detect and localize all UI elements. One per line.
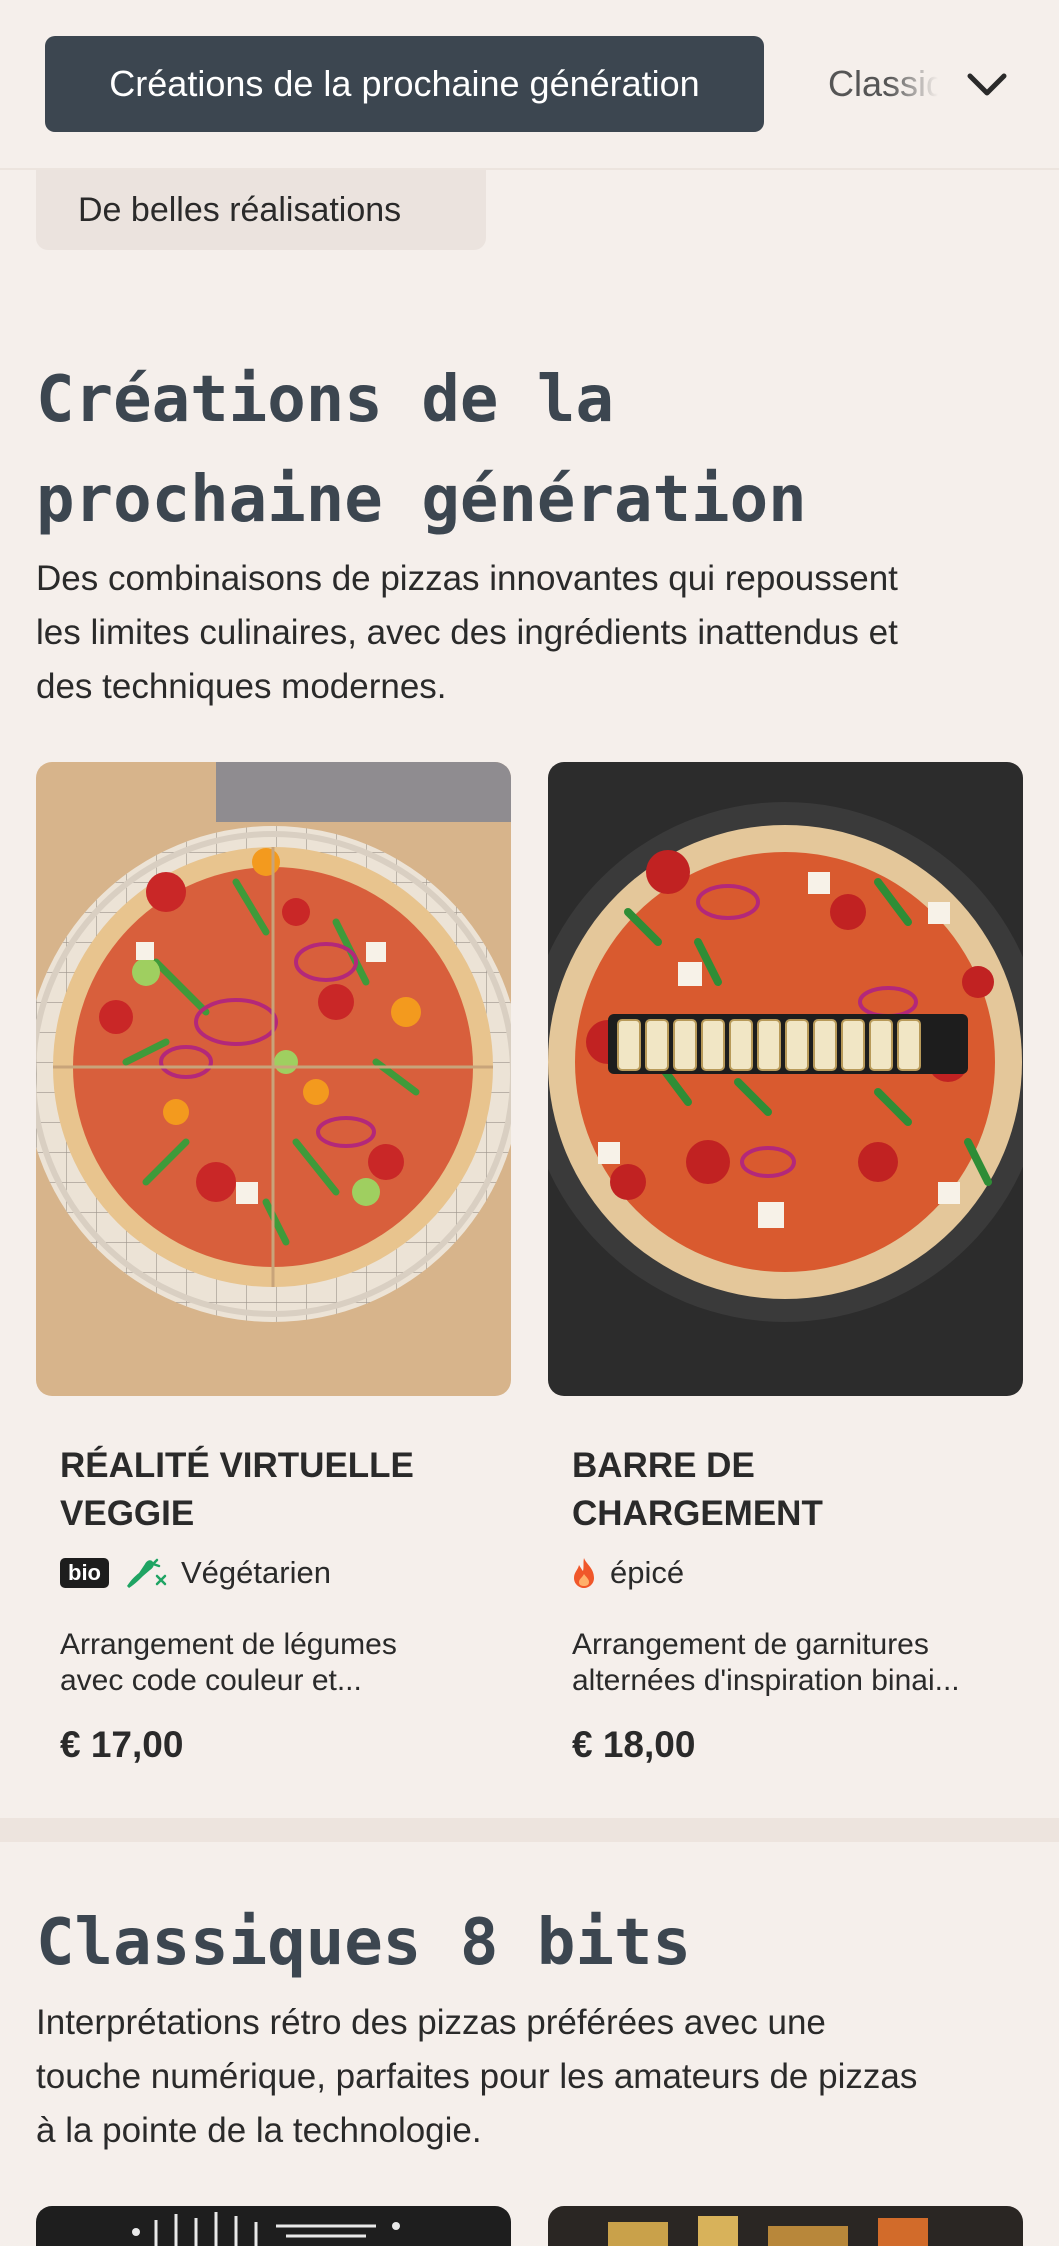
bio-badge: bio [60, 1558, 109, 1588]
subcategory-tab[interactable]: De belles réalisations [36, 170, 486, 250]
chevron-down-icon[interactable] [962, 60, 1012, 110]
card-price: € 17,00 [60, 1724, 184, 1765]
card-tags: bio Végétarien [60, 1555, 331, 1591]
pizza-image-veggie[interactable] [36, 762, 511, 1396]
section-description: Interprétations rétro des pizzas préféré… [36, 2003, 918, 2150]
pizza-image-partial[interactable] [36, 2206, 511, 2246]
tab-8bit-classics[interactable]: Classiques 8 bits [828, 36, 938, 132]
category-nav: Créations de la prochaine génération Cla… [0, 0, 1059, 170]
section-title: Créations de la prochaine génération [36, 363, 807, 537]
veggie-icon [127, 1558, 167, 1588]
card-description: Arrangement de garnitures alternées d'in… [572, 1628, 960, 1697]
card-title[interactable]: BARRE DE CHARGEMENT [572, 1442, 992, 1538]
pizza-image-partial[interactable] [548, 2206, 1023, 2246]
flame-icon [574, 1558, 594, 1588]
section-description: Des combinaisons de pizzas innovantes qu… [36, 559, 898, 706]
card-description: Arrangement de légumes avec code couleur… [60, 1628, 397, 1697]
section-title: Classiques 8 bits [36, 1906, 692, 1980]
section-divider [0, 1818, 1059, 1842]
card-title[interactable]: RÉALITÉ VIRTUELLE VEGGIE [60, 1442, 480, 1538]
card-tags: épicé [572, 1555, 684, 1591]
card-price: € 18,00 [572, 1724, 696, 1765]
tab-next-generation[interactable]: Créations de la prochaine génération [45, 36, 764, 132]
pizza-image-loading-bar[interactable] [548, 762, 1023, 1396]
